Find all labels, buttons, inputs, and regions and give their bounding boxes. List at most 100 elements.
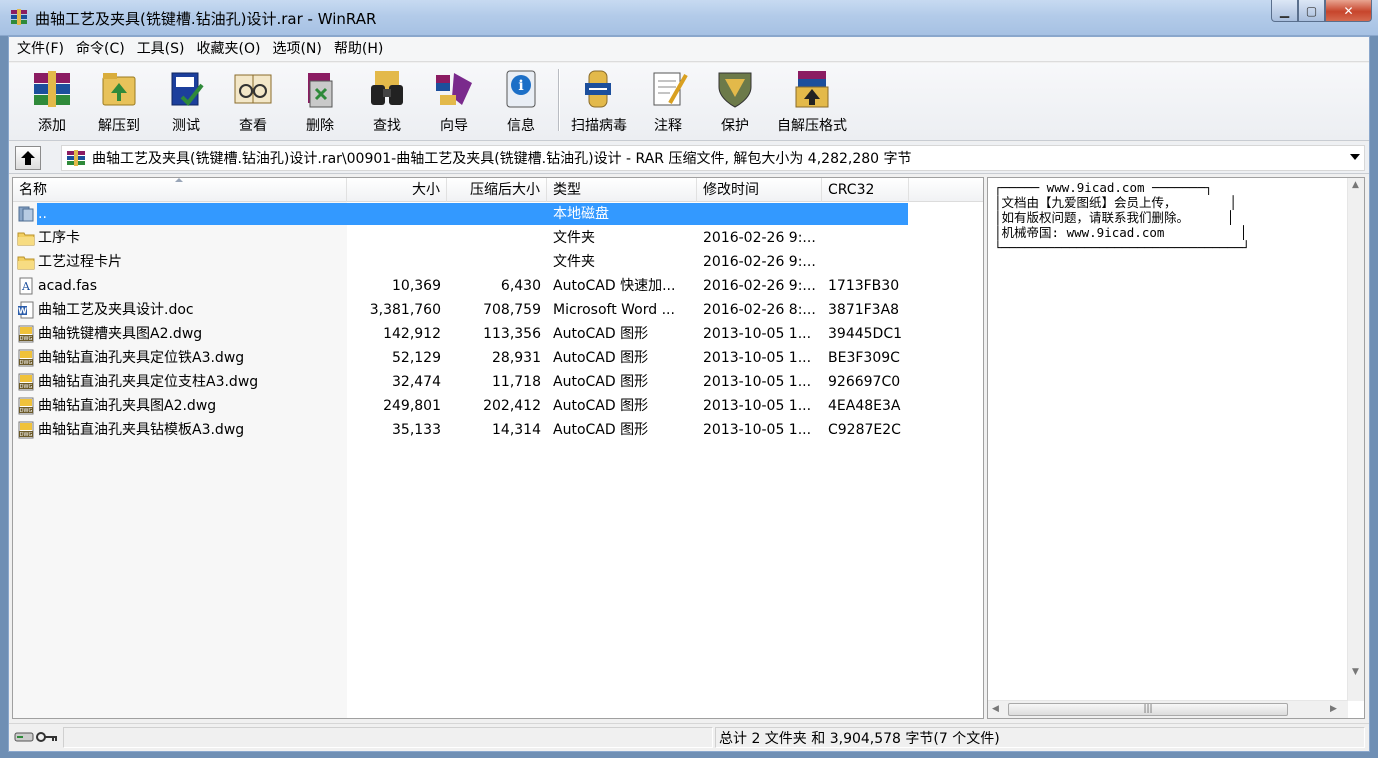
rar-archive-icon <box>67 150 85 166</box>
chevron-down-icon[interactable] <box>1350 154 1360 160</box>
scroll-down-icon[interactable]: ▼ <box>1352 667 1359 677</box>
menu-commands[interactable]: 命令(C) <box>70 37 131 61</box>
svg-text:DWG: DWG <box>20 360 33 366</box>
folder-icon <box>17 229 35 247</box>
file-crc: 4EA48E3A <box>828 398 901 414</box>
file-type: AutoCAD 图形 <box>553 350 649 366</box>
table-row[interactable]: Aacad.fas 10,369 6,430 AutoCAD 快速加... 2016-0… <box>13 274 908 298</box>
file-crc: C9287E2C <box>828 422 901 438</box>
file-name: 曲轴钻直油孔夹具图A2.dwg <box>38 398 217 414</box>
file-type: AutoCAD 图形 <box>553 374 649 390</box>
maximize-button[interactable]: ▢ <box>1298 0 1325 22</box>
close-icon: ✕ <box>1343 3 1354 18</box>
scroll-up-icon[interactable]: ▲ <box>1352 180 1359 190</box>
list-header: 名称 大小 压缩后大小 类型 修改时间 CRC32 <box>13 178 983 202</box>
file-type: 本地磁盘 <box>553 206 609 222</box>
title-bar[interactable]: 曲轴工艺及夹具(铣键槽.钻油孔)设计.rar - WinRAR ▁ ▢ ✕ <box>0 0 1378 36</box>
table-row[interactable]: DWG 曲轴钻直油孔夹具定位铁A3.dwg 52,129 28,931 AutoCAD … <box>13 346 908 370</box>
test-icon <box>164 67 208 111</box>
table-row[interactable]: .. 本地磁盘 <box>13 202 908 226</box>
comment-vertical-scrollbar[interactable]: ▲ ▼ <box>1347 178 1364 701</box>
table-row[interactable]: DWG 曲轴钻直油孔夹具定位支柱A3.dwg 32,474 11,718 AutoCAD… <box>13 370 908 394</box>
minimize-button[interactable]: ▁ <box>1271 0 1298 22</box>
extract-to-button[interactable]: 解压到 <box>86 65 152 137</box>
table-row[interactable]: DWG 曲轴钻直油孔夹具钻模板A3.dwg 35,133 14,314 AutoCAD … <box>13 418 908 442</box>
menu-file[interactable]: 文件(F) <box>11 37 70 61</box>
file-packed-size <box>447 202 541 226</box>
file-crc <box>828 226 908 250</box>
word-doc-icon: W <box>17 301 35 319</box>
find-button[interactable]: 查找 <box>354 65 420 137</box>
archive-comment-text: ┌───── www.9icad.com ───────┐ │文档由【九爱图纸】… <box>994 180 1250 255</box>
scroll-left-icon[interactable]: ◀ <box>992 704 999 714</box>
svg-text:i: i <box>518 78 523 94</box>
table-row[interactable]: DWG 曲轴钻直油孔夹具图A2.dwg 249,801 202,412 AutoCAD … <box>13 394 908 418</box>
protect-button[interactable]: 保护 <box>702 65 768 137</box>
col-header-size[interactable]: 大小 <box>347 178 447 202</box>
dwg-file-icon: DWG <box>17 373 35 391</box>
info-button[interactable]: i 信息 <box>488 65 554 137</box>
file-packed-size: 28,931 <box>492 350 541 366</box>
file-crc: 3871F3A8 <box>828 302 900 318</box>
menu-favorites[interactable]: 收藏夹(O) <box>191 37 267 61</box>
add-archive-icon <box>30 67 74 111</box>
file-name: 曲轴铣键槽夹具图A2.dwg <box>38 326 203 342</box>
table-row[interactable]: 工序卡 文件夹 2016-02-26 9:... <box>13 226 908 250</box>
file-type: 文件夹 <box>553 230 595 246</box>
up-one-level-button[interactable] <box>15 146 41 170</box>
delete-icon <box>298 67 342 111</box>
scroll-right-icon[interactable]: ▶ <box>1330 704 1337 714</box>
col-header-crc[interactable]: CRC32 <box>822 178 909 202</box>
menu-help[interactable]: 帮助(H) <box>328 37 389 61</box>
info-label: 信息 <box>507 118 535 134</box>
horizontal-scroll-thumb[interactable]: ||| <box>1008 703 1288 716</box>
svg-text:DWG: DWG <box>20 336 33 342</box>
view-button[interactable]: 查看 <box>220 65 286 137</box>
file-type: AutoCAD 图形 <box>553 398 649 414</box>
file-list[interactable]: 名称 大小 压缩后大小 类型 修改时间 CRC32 .. 本地磁盘 工序卡 文件夹 20… <box>12 177 984 719</box>
file-size: 32,474 <box>392 374 441 390</box>
file-modified: 2016-02-26 9:... <box>703 230 816 246</box>
file-size: 35,133 <box>392 422 441 438</box>
view-icon <box>231 67 275 111</box>
menu-tools[interactable]: 工具(S) <box>131 37 191 61</box>
dwg-file-icon: DWG <box>17 325 35 343</box>
table-row[interactable]: W 曲轴工艺及夹具设计.doc 3,381,760 708,759 Microsoft … <box>13 298 908 322</box>
comment-icon <box>646 67 690 111</box>
sort-ascending-icon <box>175 178 183 182</box>
file-crc <box>828 202 908 226</box>
drive-icon[interactable] <box>14 731 34 743</box>
scan-virus-button[interactable]: 扫描病毒 <box>566 65 632 137</box>
key-icon[interactable] <box>36 731 58 743</box>
up-arrow-icon <box>21 151 35 165</box>
delete-button[interactable]: 删除 <box>287 65 353 137</box>
sfx-button[interactable]: 自解压格式 <box>777 65 847 137</box>
col-header-modified[interactable]: 修改时间 <box>697 178 822 202</box>
extract-to-icon <box>97 67 141 111</box>
table-row[interactable]: 工艺过程卡片 文件夹 2016-02-26 9:... <box>13 250 908 274</box>
test-button[interactable]: 测试 <box>153 65 219 137</box>
archive-comment-pane[interactable]: ┌───── www.9icad.com ───────┐ │文档由【九爱图纸】… <box>987 177 1365 719</box>
add-button[interactable]: 添加 <box>19 65 85 137</box>
file-name: .. <box>38 206 47 222</box>
file-size: 52,129 <box>392 350 441 366</box>
status-indicators <box>12 727 62 747</box>
comment-button[interactable]: 注释 <box>635 65 701 137</box>
address-bar: 曲轴工艺及夹具(铣键槽.钻油孔)设计.rar\00901-曲轴工艺及夹具(铣键槽… <box>9 142 1369 174</box>
svg-text:W: W <box>18 307 27 316</box>
file-name: 工艺过程卡片 <box>38 254 122 270</box>
svg-text:DWG: DWG <box>20 384 33 390</box>
col-header-packed[interactable]: 压缩后大小 <box>447 178 547 202</box>
file-name: 曲轴钻直油孔夹具钻模板A3.dwg <box>38 422 245 438</box>
col-header-type[interactable]: 类型 <box>547 178 697 202</box>
file-type: 文件夹 <box>553 254 595 270</box>
wizard-button[interactable]: 向导 <box>421 65 487 137</box>
table-row[interactable]: DWG 曲轴铣键槽夹具图A2.dwg 142,912 113,356 AutoCAD 图… <box>13 322 908 346</box>
dwg-file-icon: DWG <box>17 397 35 415</box>
menu-options[interactable]: 选项(N) <box>266 37 327 61</box>
file-crc: BE3F309C <box>828 350 900 366</box>
close-button[interactable]: ✕ <box>1325 0 1372 22</box>
path-combobox[interactable]: 曲轴工艺及夹具(铣键槽.钻油孔)设计.rar\00901-曲轴工艺及夹具(铣键槽… <box>61 145 1365 171</box>
comment-horizontal-scrollbar[interactable]: ◀ ||| ▶ <box>988 700 1348 718</box>
file-name: 曲轴钻直油孔夹具定位支柱A3.dwg <box>38 374 259 390</box>
